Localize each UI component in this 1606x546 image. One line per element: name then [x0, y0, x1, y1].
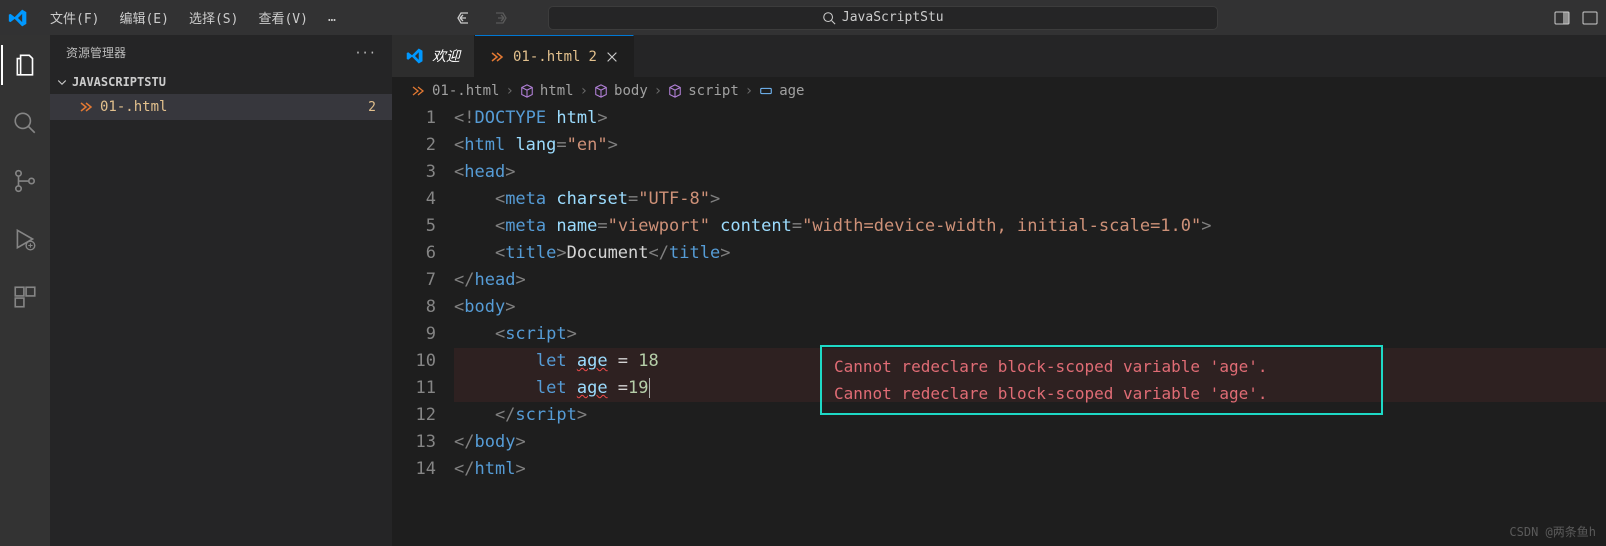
- chevron-right-icon: ›: [505, 83, 513, 99]
- sidebar-file-item[interactable]: 01-.html 2: [50, 94, 392, 120]
- menu-file[interactable]: 文件(F): [40, 8, 109, 27]
- line-number: 4: [392, 186, 436, 213]
- command-center-search[interactable]: JavaScriptStu: [548, 6, 1218, 30]
- line-number: 3: [392, 159, 436, 186]
- vscode-logo-icon: [8, 8, 28, 28]
- html-file-icon: [78, 99, 94, 115]
- nav-forward-icon[interactable]: [492, 10, 508, 26]
- line-number: 2: [392, 132, 436, 159]
- breadcrumb-item[interactable]: html: [540, 83, 574, 99]
- menu-view[interactable]: 查看(V): [248, 8, 317, 27]
- chevron-right-icon: ›: [654, 83, 662, 99]
- symbol-module-icon: [520, 84, 534, 98]
- code-line[interactable]: </head>: [454, 267, 1606, 294]
- line-number: 1: [392, 105, 436, 132]
- error-message: Cannot redeclare block-scoped variable '…: [834, 380, 1369, 407]
- html-file-icon: [410, 83, 426, 99]
- error-annotation-overlay: Cannot redeclare block-scoped variable '…: [820, 345, 1383, 415]
- layout-toggle-icon[interactable]: [1554, 10, 1570, 26]
- chevron-right-icon: ›: [745, 83, 753, 99]
- activity-search[interactable]: [1, 103, 49, 143]
- line-number: 13: [392, 429, 436, 456]
- editor-tabbar: 欢迎 01-.html 2: [392, 35, 1606, 77]
- chevron-right-icon: ›: [580, 83, 588, 99]
- breadcrumb-item[interactable]: 01-.html: [432, 83, 499, 99]
- sidebar-header: 资源管理器 ···: [50, 35, 392, 70]
- breadcrumb-item[interactable]: body: [614, 83, 648, 99]
- tab-welcome[interactable]: 欢迎: [392, 35, 475, 77]
- html-file-icon: [489, 49, 505, 65]
- sidebar-title: 资源管理器: [66, 44, 126, 61]
- window-controls: [1554, 10, 1598, 26]
- watermark-text: CSDN @两条鱼h: [1509, 523, 1596, 540]
- text-cursor: [649, 378, 650, 398]
- code-line[interactable]: <meta name="viewport" content="width=dev…: [454, 213, 1606, 240]
- line-number: 8: [392, 294, 436, 321]
- sidebar-file-badge: 2: [368, 100, 376, 115]
- code-line[interactable]: </body>: [454, 429, 1606, 456]
- line-number: 10: [392, 348, 436, 375]
- code-editor[interactable]: 1234567891011121314 <!DOCTYPE html><html…: [392, 105, 1606, 546]
- symbol-module-icon: [594, 84, 608, 98]
- tab-welcome-label: 欢迎: [432, 46, 460, 66]
- tab-file-badge: 2: [588, 49, 596, 65]
- chevron-down-icon: [56, 76, 68, 88]
- activity-source-control[interactable]: [1, 161, 49, 201]
- code-content[interactable]: <!DOCTYPE html><html lang="en"><head> <m…: [454, 105, 1606, 546]
- menu-selection[interactable]: 选择(S): [179, 8, 248, 27]
- code-line[interactable]: <html lang="en">: [454, 132, 1606, 159]
- error-message: Cannot redeclare block-scoped variable '…: [834, 353, 1369, 380]
- line-number: 12: [392, 402, 436, 429]
- breadcrumb-item[interactable]: script: [688, 83, 739, 99]
- code-line[interactable]: <head>: [454, 159, 1606, 186]
- code-line[interactable]: <script>: [454, 321, 1606, 348]
- activity-explorer[interactable]: [1, 45, 49, 85]
- nav-back-icon[interactable]: [456, 10, 472, 26]
- vscode-logo-icon: [406, 47, 424, 65]
- code-line[interactable]: <!DOCTYPE html>: [454, 105, 1606, 132]
- code-line[interactable]: <meta charset="UTF-8">: [454, 186, 1606, 213]
- code-line[interactable]: </html>: [454, 456, 1606, 483]
- line-number: 6: [392, 240, 436, 267]
- activity-run-debug[interactable]: [1, 219, 49, 259]
- sidebar-more-icon[interactable]: ···: [354, 46, 376, 60]
- activity-bar: [0, 35, 50, 546]
- sidebar-folder-header[interactable]: JAVASCRIPTSTU: [50, 70, 392, 94]
- close-icon[interactable]: [605, 50, 619, 64]
- line-gutter: 1234567891011121314: [392, 105, 454, 546]
- activity-extensions[interactable]: [1, 277, 49, 317]
- line-number: 5: [392, 213, 436, 240]
- title-bar: 文件(F) 编辑(E) 选择(S) 查看(V) … JavaScriptStu: [0, 0, 1606, 35]
- code-line[interactable]: <body>: [454, 294, 1606, 321]
- editor-area: 欢迎 01-.html 2 01-.html › html › body: [392, 35, 1606, 546]
- sidebar-file-name: 01-.html: [100, 99, 167, 115]
- symbol-module-icon: [668, 84, 682, 98]
- breadcrumbs[interactable]: 01-.html › html › body › script › age: [392, 77, 1606, 105]
- nav-arrows: [456, 10, 508, 26]
- tab-file-name: 01-.html: [513, 49, 580, 65]
- breadcrumb-item[interactable]: age: [779, 83, 804, 99]
- sidebar-folder-name: JAVASCRIPTSTU: [72, 75, 166, 89]
- line-number: 11: [392, 375, 436, 402]
- line-number: 9: [392, 321, 436, 348]
- panel-toggle-icon[interactable]: [1582, 10, 1598, 26]
- code-line[interactable]: <title>Document</title>: [454, 240, 1606, 267]
- tab-file-active[interactable]: 01-.html 2: [475, 35, 634, 77]
- menu-edit[interactable]: 编辑(E): [109, 8, 178, 27]
- sidebar-explorer: 资源管理器 ··· JAVASCRIPTSTU 01-.html 2: [50, 35, 392, 546]
- symbol-variable-icon: [759, 84, 773, 98]
- search-text: JavaScriptStu: [842, 10, 944, 25]
- line-number: 14: [392, 456, 436, 483]
- menu-more[interactable]: …: [318, 10, 346, 25]
- line-number: 7: [392, 267, 436, 294]
